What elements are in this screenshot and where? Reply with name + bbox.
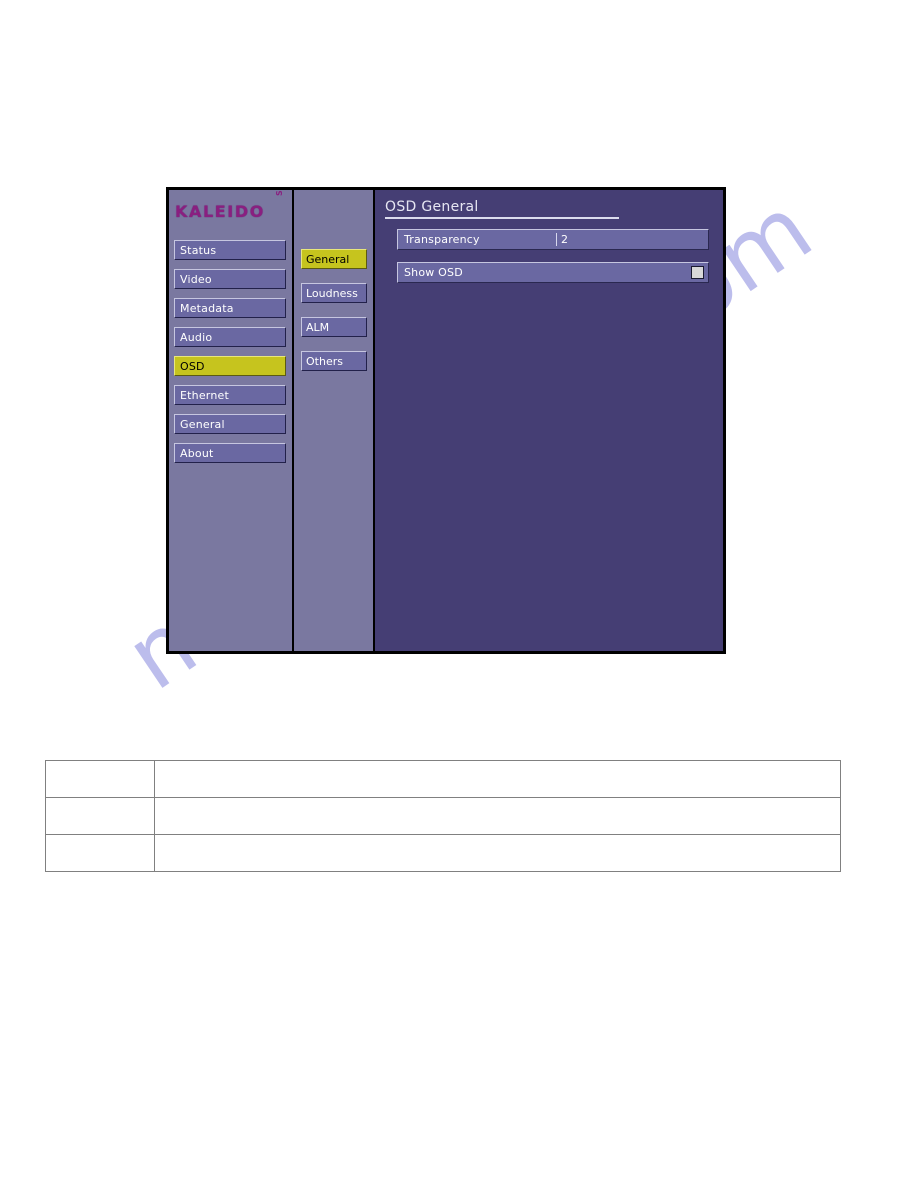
table-row — [45, 834, 841, 872]
subnav-item-label: General — [306, 253, 350, 266]
subnav-item-loudness[interactable]: Loudness — [301, 283, 367, 303]
brand-logo: KALEIDO Solo — [169, 190, 292, 236]
field-row-show-osd[interactable]: Show OSD — [397, 262, 709, 283]
main-content-panel: OSD General Transparency 2 Show OSD — [375, 190, 723, 651]
sidebar-item-label: Video — [180, 273, 212, 286]
sidebar-item-osd[interactable]: OSD — [174, 356, 286, 376]
sidebar-primary-nav: KALEIDO Solo Status Video Metadata Audio… — [169, 190, 294, 651]
title-underline-divider — [385, 217, 619, 219]
logo-solo-text: Solo — [275, 190, 284, 196]
subnav-item-label: Loudness — [306, 287, 358, 300]
sidebar-item-audio[interactable]: Audio — [174, 327, 286, 347]
table-cell — [154, 834, 841, 872]
sidebar-item-label: OSD — [180, 360, 205, 373]
sidebar-item-general[interactable]: General — [174, 414, 286, 434]
subnav-item-general[interactable]: General — [301, 249, 367, 269]
subnav-item-others[interactable]: Others — [301, 351, 367, 371]
checkbox-icon[interactable] — [691, 266, 704, 279]
table-body — [45, 760, 841, 872]
sidebar-item-label: About — [180, 447, 214, 460]
table-cell — [45, 834, 155, 872]
table-cell — [154, 760, 841, 798]
kaleido-solo-ui-screenshot: KALEIDO Solo Status Video Metadata Audio… — [166, 187, 726, 654]
sidebar-item-video[interactable]: Video — [174, 269, 286, 289]
table-row — [45, 760, 841, 798]
table-cell — [45, 760, 155, 798]
sidebar-item-label: General — [180, 418, 225, 431]
table-cell — [45, 797, 155, 835]
field-label-show-osd: Show OSD — [404, 266, 463, 279]
table-cell — [154, 797, 841, 835]
table-row — [45, 797, 841, 835]
sidebar-secondary-nav: General Loudness ALM Others — [294, 190, 375, 651]
sidebar-item-ethernet[interactable]: Ethernet — [174, 385, 286, 405]
field-value-transparency: 2 — [561, 233, 568, 246]
field-row-transparency[interactable]: Transparency 2 — [397, 229, 709, 250]
sidebar-item-label: Status — [180, 244, 217, 257]
subnav-item-label: Others — [306, 355, 343, 368]
field-label-transparency: Transparency — [404, 233, 480, 246]
logo-kaleido-text: KALEIDO — [175, 202, 265, 221]
subnav-item-label: ALM — [306, 321, 330, 334]
field-separator — [556, 233, 557, 246]
sidebar-item-label: Metadata — [180, 302, 234, 315]
sidebar-item-metadata[interactable]: Metadata — [174, 298, 286, 318]
sidebar-item-about[interactable]: About — [174, 443, 286, 463]
sidebar-item-label: Ethernet — [180, 389, 229, 402]
sidebar-item-label: Audio — [180, 331, 213, 344]
subnav-item-alm[interactable]: ALM — [301, 317, 367, 337]
bottom-empty-table — [45, 760, 841, 872]
sidebar-item-status[interactable]: Status — [174, 240, 286, 260]
primary-nav-list: Status Video Metadata Audio OSD Ethernet… — [169, 236, 292, 463]
page-title: OSD General — [385, 199, 479, 215]
